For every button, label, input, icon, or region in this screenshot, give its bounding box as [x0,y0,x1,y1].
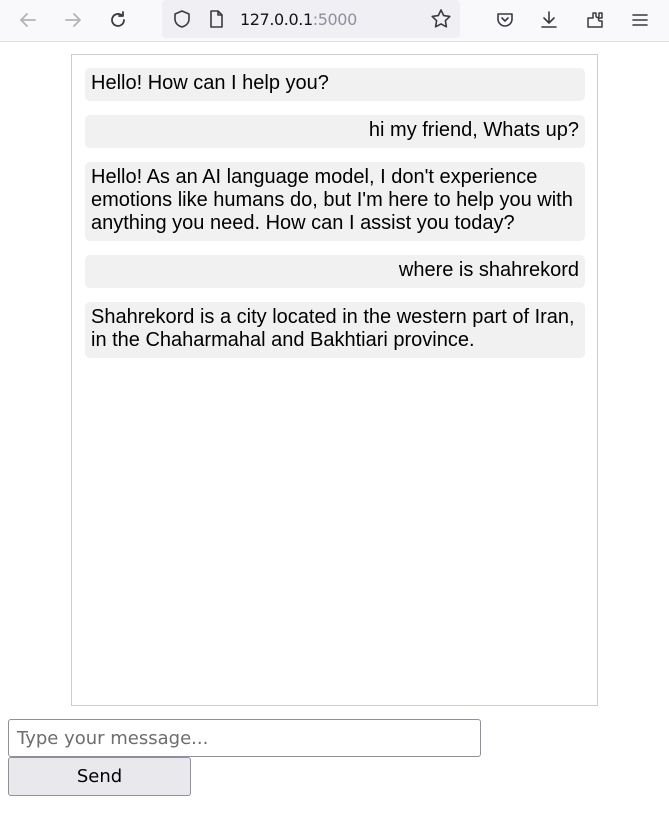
download-icon[interactable] [535,6,563,34]
pocket-icon[interactable] [491,6,519,34]
forward-icon[interactable] [59,6,87,34]
url-bar[interactable]: 127.0.0.1:5000 [162,0,460,38]
menu-icon[interactable] [626,6,654,34]
message-input[interactable] [9,720,480,756]
url-text[interactable]: 127.0.0.1:5000 [240,10,357,29]
back-icon[interactable] [14,6,42,34]
message-bot: Shahrekord is a city located in the west… [85,302,585,358]
url-host: 127.0.0.1 [240,10,313,29]
url-port: :5000 [312,10,358,29]
page-icon[interactable] [202,5,230,33]
message-user: hi my friend, Whats up? [85,115,585,148]
send-button[interactable]: Send [8,757,191,796]
message-bot: Hello! As an AI language model, I don't … [85,162,585,241]
message-bot: Hello! How can I help you? [85,68,585,101]
extensions-icon[interactable] [581,6,609,34]
chat-box[interactable]: Hello! How can I help you? hi my friend,… [71,54,598,706]
bookmark-star-icon[interactable] [427,5,455,33]
message-user: where is shahrekord [85,255,585,288]
browser-toolbar: 127.0.0.1:5000 [0,0,669,42]
reload-icon[interactable] [104,6,132,34]
message-input-wrapper[interactable] [8,719,481,757]
shield-icon[interactable] [168,5,196,33]
